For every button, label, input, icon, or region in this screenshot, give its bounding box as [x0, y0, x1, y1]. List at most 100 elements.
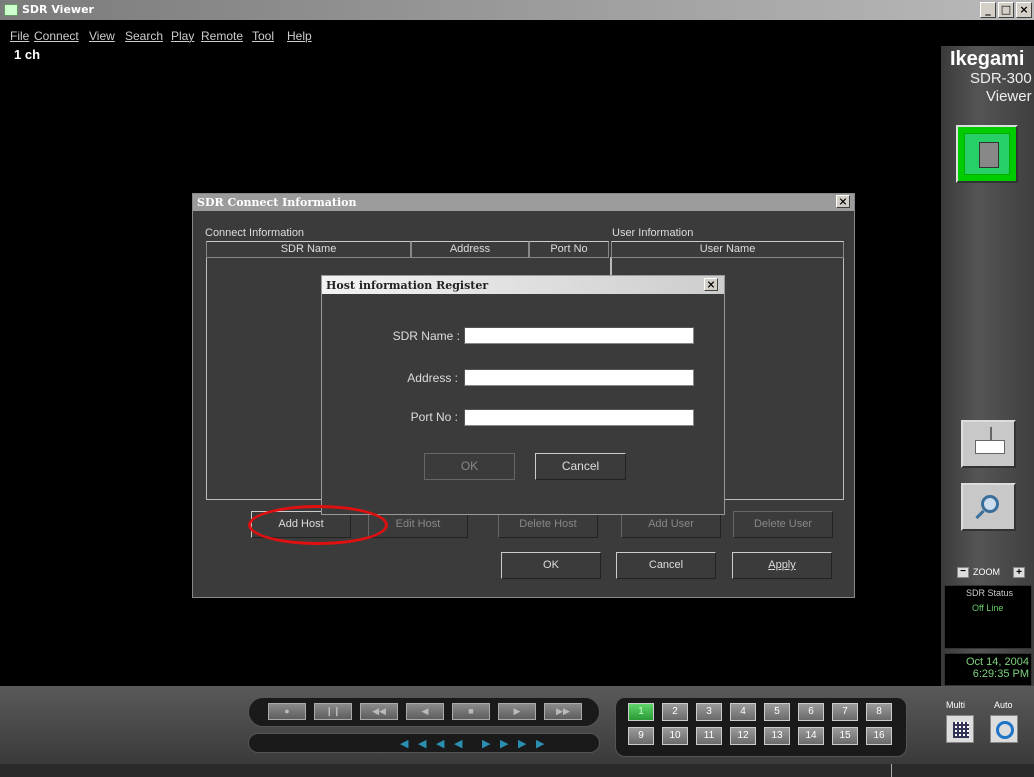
window-titlebar: SDR Viewer _ □ × — [0, 0, 1034, 20]
channel-button[interactable]: 2 — [662, 703, 688, 721]
fast-forward-button[interactable]: ▶▶ — [544, 703, 582, 720]
fast-rewind-button[interactable]: ◀◀ — [360, 703, 398, 720]
shuttle-back-arrow[interactable]: ◀ — [400, 737, 408, 750]
time-text: 6:29:35 PM — [972, 668, 1029, 680]
channel-button[interactable]: 10 — [662, 727, 688, 745]
address-label: Address : — [407, 371, 458, 385]
channel-button[interactable]: 3 — [696, 703, 722, 721]
shuttle-forward-arrow[interactable]: ▶ — [482, 737, 490, 750]
zoom-out-button[interactable]: − — [957, 567, 969, 578]
zoom-in-button[interactable]: + — [1013, 567, 1025, 578]
status-title: SDR Status — [966, 588, 1014, 598]
close-window-button[interactable]: × — [1016, 2, 1032, 18]
play-button[interactable]: ▶ — [498, 703, 536, 720]
window-title: SDR Viewer — [22, 3, 94, 16]
brand-logo: Ikegami — [950, 48, 1025, 70]
sdr-name-label: SDR Name : — [392, 329, 460, 343]
stop-button[interactable]: ■ — [452, 703, 490, 720]
channel-button[interactable]: 12 — [730, 727, 756, 745]
menu-remote[interactable]: Remote — [201, 29, 243, 43]
highlight-annotation — [248, 505, 388, 545]
channel-label: 1 ch — [14, 47, 41, 62]
shuttle-forward-arrow[interactable]: ▶ — [536, 737, 544, 750]
channel-button[interactable]: 11 — [696, 727, 722, 745]
minimize-button[interactable]: _ — [980, 2, 996, 18]
viewer-label: Viewer — [986, 88, 1032, 105]
status-line — [0, 764, 1034, 777]
network-button[interactable] — [961, 420, 1016, 468]
dialog-title: SDR Connect Information — [197, 196, 357, 209]
maximize-button[interactable]: □ — [998, 2, 1014, 18]
cancel-button[interactable]: Cancel — [616, 552, 716, 579]
delete-user-button[interactable]: Delete User — [733, 511, 833, 538]
channel-button[interactable]: 1 — [628, 703, 654, 721]
shuttle-back-arrow[interactable]: ◀ — [454, 737, 462, 750]
menu-play[interactable]: Play — [171, 29, 194, 43]
dialog-close-button[interactable]: × — [836, 195, 850, 208]
app-icon — [4, 4, 18, 16]
multi-view-button[interactable] — [946, 715, 974, 743]
host-ok-button[interactable]: OK — [424, 453, 515, 480]
ok-button[interactable]: OK — [501, 552, 601, 579]
host-dialog-close-button[interactable]: × — [704, 278, 718, 291]
column-sdr-name[interactable]: SDR Name — [206, 241, 411, 258]
host-cancel-button[interactable]: Cancel — [535, 453, 626, 480]
menu-tool[interactable]: Tool — [252, 29, 274, 43]
channel-button[interactable]: 8 — [866, 703, 892, 721]
model-name: SDR-300 — [970, 70, 1032, 87]
connect-button[interactable] — [956, 125, 1018, 183]
multi-label: Multi — [946, 700, 966, 710]
refresh-icon — [996, 721, 1014, 739]
delete-host-button[interactable]: Delete Host — [498, 511, 598, 538]
connect-info-label: Connect Information — [205, 227, 305, 239]
host-dialog-titlebar: Host information Register × — [322, 276, 724, 294]
column-port[interactable]: Port No — [529, 241, 609, 258]
date-text: Oct 14, 2004 — [966, 656, 1029, 668]
menu-help[interactable]: Help — [287, 29, 312, 43]
grid-icon — [953, 722, 969, 738]
channel-button[interactable]: 7 — [832, 703, 858, 721]
channel-button[interactable]: 6 — [798, 703, 824, 721]
search-button[interactable] — [961, 483, 1016, 531]
port-field[interactable] — [464, 409, 694, 426]
network-icon — [975, 427, 1005, 454]
zoom-control: − ZOOM + — [957, 566, 1027, 580]
channel-button[interactable]: 15 — [832, 727, 858, 745]
host-dialog-title: Host information Register — [326, 279, 489, 292]
apply-button[interactable]: Apply — [732, 552, 832, 579]
magnifier-icon — [981, 495, 999, 513]
zoom-label: ZOOM — [973, 567, 1000, 577]
menu-bar: File Connect View Search Play Remote Too… — [0, 20, 1034, 46]
channel-button[interactable]: 5 — [764, 703, 790, 721]
record-button[interactable]: ● — [268, 703, 306, 720]
channel-button[interactable]: 9 — [628, 727, 654, 745]
address-field[interactable] — [464, 369, 694, 386]
pause-button[interactable]: ❙❙ — [314, 703, 352, 720]
channel-button[interactable]: 14 — [798, 727, 824, 745]
user-info-label: User Information — [612, 227, 694, 239]
computer-icon — [964, 133, 1010, 175]
rewind-button[interactable]: ◀ — [406, 703, 444, 720]
status-value: Off Line — [972, 603, 1004, 613]
menu-connect[interactable]: Connect — [34, 29, 79, 43]
host-register-dialog: Host information Register × SDR Name : A… — [321, 275, 725, 515]
column-address[interactable]: Address — [411, 241, 529, 258]
channel-button[interactable]: 4 — [730, 703, 756, 721]
port-label: Port No : — [410, 410, 458, 424]
auto-cycle-button[interactable] — [990, 715, 1018, 743]
channel-button[interactable]: 16 — [866, 727, 892, 745]
channel-grid — [615, 697, 907, 757]
add-user-button[interactable]: Add User — [621, 511, 721, 538]
menu-search[interactable]: Search — [125, 29, 163, 43]
dialog-titlebar: SDR Connect Information × — [193, 194, 854, 211]
shuttle-back-arrow[interactable]: ◀ — [436, 737, 444, 750]
auto-label: Auto — [994, 700, 1013, 710]
shuttle-back-arrow[interactable]: ◀ — [418, 737, 426, 750]
shuttle-forward-arrow[interactable]: ▶ — [518, 737, 526, 750]
shuttle-forward-arrow[interactable]: ▶ — [500, 737, 508, 750]
menu-file[interactable]: File — [10, 29, 29, 43]
channel-button[interactable]: 13 — [764, 727, 790, 745]
column-user-name[interactable]: User Name — [611, 241, 844, 258]
menu-view[interactable]: View — [89, 29, 115, 43]
sdr-name-field[interactable] — [464, 327, 694, 344]
